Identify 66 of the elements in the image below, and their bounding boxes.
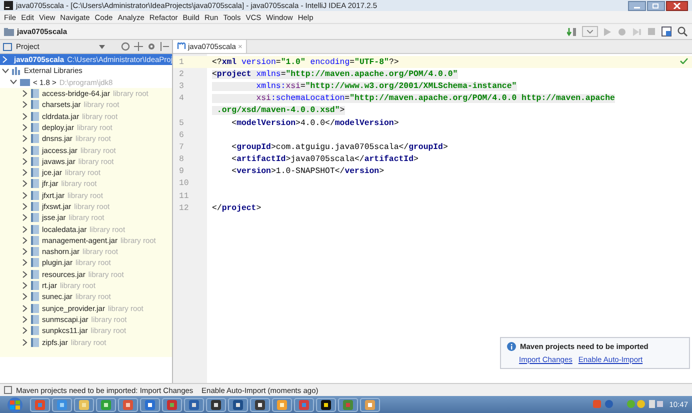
search-icon[interactable] — [677, 26, 688, 37]
app-icon — [4, 1, 13, 10]
jar-icon — [31, 270, 39, 279]
line-number: 7 — [179, 142, 184, 152]
jar-icon — [31, 338, 39, 347]
close-icon — [673, 2, 681, 8]
line-number: 6 — [179, 130, 184, 140]
line-number: 3 — [179, 82, 184, 91]
project-structure-icon[interactable] — [661, 26, 672, 37]
folder-icon — [20, 78, 30, 86]
line-number: 9 — [179, 167, 184, 176]
line-number: 2 — [179, 70, 184, 79]
code-line: </project> — [212, 204, 262, 213]
line-number: 5 — [179, 118, 184, 128]
dropdown-caret-icon[interactable] — [99, 44, 105, 48]
run-config-dropdown[interactable] — [582, 26, 598, 37]
line-number: 10 — [179, 179, 189, 188]
jar-icon — [31, 146, 39, 155]
jar-icon — [31, 202, 39, 211]
line-number: 1 — [179, 58, 184, 67]
jar-icon — [31, 190, 39, 200]
line-number: 12 — [179, 204, 189, 213]
jar-icon — [31, 89, 39, 98]
check-icon — [680, 58, 688, 64]
jar-icon — [31, 156, 39, 166]
jar-icon — [31, 168, 39, 178]
jar-icon — [31, 122, 39, 132]
jar-icon — [31, 179, 39, 188]
panel-toggle-icon[interactable] — [4, 386, 12, 394]
taskbar-app-icon[interactable] — [206, 398, 226, 412]
jar-icon — [31, 112, 39, 121]
maven-icon — [177, 42, 186, 51]
project-view-icon — [3, 42, 12, 50]
caret-icon — [587, 30, 593, 34]
jar-icon — [31, 213, 39, 222]
line-number: 4 — [179, 94, 184, 104]
jar-icon — [31, 258, 39, 268]
restore-button[interactable] — [647, 0, 665, 10]
build-icon[interactable] — [567, 26, 577, 36]
jar-icon — [31, 314, 39, 324]
taskbar-app-icon[interactable] — [228, 398, 248, 412]
code-line: <?xml version="1.0" encoding="UTF-8"?> — [212, 58, 399, 67]
code-line: <version>1.0-SNAPSHOT</version> — [230, 167, 384, 176]
folder-icon — [4, 28, 14, 36]
library-icon — [12, 66, 21, 75]
jar-icon — [31, 236, 39, 245]
close-button[interactable] — [666, 0, 688, 10]
jar-icon — [31, 326, 39, 336]
restore-icon — [652, 2, 660, 8]
line-number: 11 — [179, 192, 189, 201]
code-line: <groupId>com.atguigu.java0705scala</groupId> — [230, 142, 448, 152]
jar-icon — [31, 304, 39, 313]
jar-icon — [31, 224, 39, 234]
line-number: 8 — [179, 155, 184, 164]
jar-icon — [31, 247, 39, 256]
jar-icon — [31, 292, 39, 302]
minimize-button[interactable] — [628, 0, 646, 10]
jar-icon — [31, 134, 39, 144]
tray-icons-drawing[interactable] — [593, 400, 664, 409]
jar-icon — [31, 100, 39, 110]
taskbar-app-icon[interactable] — [250, 398, 270, 412]
jar-icon — [31, 281, 39, 290]
info-icon — [507, 342, 516, 351]
code-line: <artifactId>java0705scala</artifactId> — [230, 155, 418, 164]
taskbar-app-icon[interactable] — [316, 398, 336, 412]
code-line: <modelVersion>4.0.0</modelVersion> — [230, 118, 399, 128]
